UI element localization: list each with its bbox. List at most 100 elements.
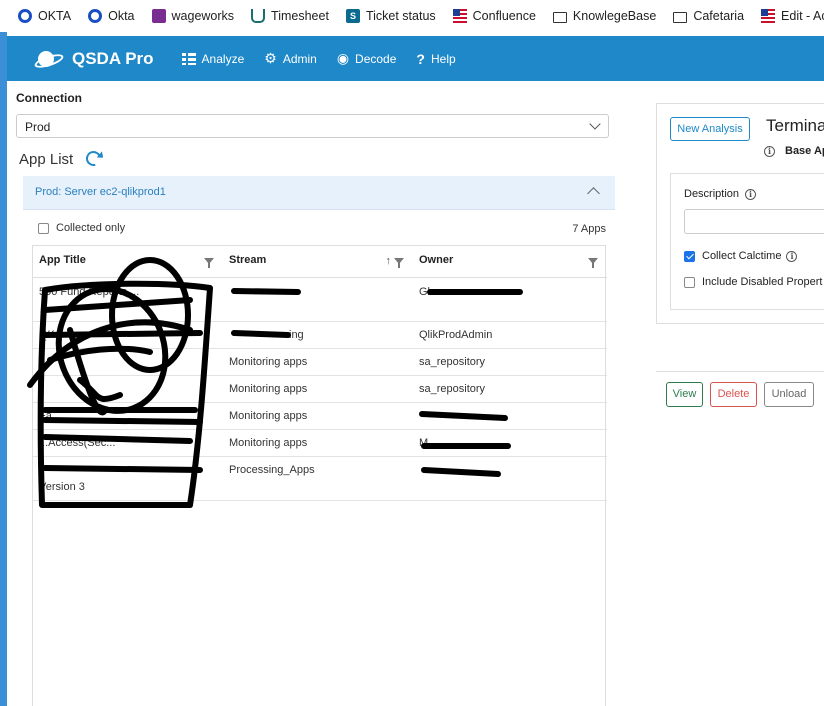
collect-calctime-checkbox[interactable] — [684, 250, 695, 262]
include-disabled-checkbox[interactable] — [684, 276, 695, 288]
column-label: Owner — [419, 254, 454, 266]
refresh-icon[interactable] — [83, 148, 104, 169]
app-list-title: App List — [19, 151, 74, 168]
cell-app-title: Fa — [33, 402, 223, 430]
info-icon: i — [764, 145, 775, 157]
include-disabled-option[interactable]: Include Disabled Propert — [684, 276, 822, 288]
info-icon[interactable]: i — [786, 250, 798, 262]
collected-only-checkbox[interactable] — [38, 222, 49, 234]
server-accordion-header[interactable]: Prod: Server ec2-qlikprod1 — [23, 176, 615, 210]
confluence-icon — [761, 9, 776, 23]
timesheet-icon — [251, 9, 266, 23]
nav-help[interactable]: ? Help — [416, 51, 455, 67]
unload-button[interactable]: Unload — [764, 382, 814, 407]
cell-stream: Processing_Apps — [223, 456, 413, 501]
server-label: Prod: Server ec2-qlikprod1 — [35, 186, 166, 198]
confluence-icon — [452, 9, 467, 23]
okta-icon — [18, 9, 32, 23]
base-app-label: i Base Ap — [764, 145, 824, 157]
info-icon[interactable]: i — [745, 188, 757, 200]
nav-decode[interactable]: ◉ Decode — [337, 50, 397, 67]
table-row[interactable]: 500 Fund Reports ... Gla — [33, 277, 607, 322]
delete-button[interactable]: Delete — [710, 382, 757, 407]
nav-label: Analyze — [201, 51, 245, 66]
column-header-owner[interactable]: Owner — [413, 246, 607, 278]
folder-icon — [673, 11, 688, 23]
description-label: Description i — [684, 188, 757, 200]
cell-owner — [413, 456, 607, 501]
cell-owner: QlikProdAdmin — [413, 321, 607, 349]
column-label: Stream — [229, 254, 267, 266]
gear-icon: ⚙ — [264, 50, 277, 66]
nav-analyze[interactable]: Analyze — [181, 51, 245, 66]
bookmark-label: Timesheet — [271, 9, 329, 23]
sort-up-icon[interactable]: ↑ — [386, 255, 392, 267]
chevron-up-icon — [587, 187, 600, 200]
cell-app-title — [33, 348, 223, 376]
cell-stream: Monitoring apps — [223, 348, 413, 376]
table-row[interactable]: Version 3 Processing_Apps — [33, 456, 607, 501]
table-row[interactable]: Monitoring apps sa_repository — [33, 348, 607, 376]
nav-admin[interactable]: ⚙ Admin — [264, 50, 317, 67]
filter-icon[interactable] — [588, 258, 598, 268]
bookmark-timesheet[interactable]: Timesheet — [251, 9, 329, 23]
filter-icon[interactable] — [394, 258, 404, 268]
bookmark-cafetaria[interactable]: Cafetaria — [673, 9, 744, 23]
description-text: Description — [684, 188, 740, 200]
bookmark-okta-1[interactable]: OKTA — [18, 9, 71, 23]
nav-label: Decode — [355, 51, 397, 66]
analyze-icon — [181, 52, 196, 65]
table-row[interactable]: Fa Monitoring apps — [33, 402, 607, 430]
cell-stream: Monitoring apps — [223, 402, 413, 430]
bookmark-label: wageworks — [171, 9, 235, 23]
new-analysis-button[interactable]: New Analysis — [670, 117, 750, 141]
bookmark-okta-2[interactable]: Okta — [88, 9, 135, 23]
cell-owner: M — [413, 429, 607, 457]
cell-app-title — [33, 375, 223, 403]
cell-stream: Monitoring apps — [223, 375, 413, 403]
folder-icon — [552, 11, 567, 23]
include-disabled-label: Include Disabled Propert — [702, 276, 823, 288]
view-button[interactable]: View — [666, 382, 703, 407]
app-table: App Title Stream ↑ Owner 500 Fund Reports… — [32, 245, 607, 706]
cell-stream — [223, 277, 413, 322]
chevron-down-icon — [589, 118, 601, 130]
bookmark-label: Cafetaria — [693, 9, 745, 23]
brand-title[interactable]: QSDA Pro — [72, 49, 154, 69]
cell-owner: sa_repository — [413, 348, 607, 376]
eye-icon: ◉ — [336, 50, 350, 66]
table-row[interactable]: Monitoring apps sa_repository — [33, 375, 607, 403]
connection-select[interactable]: Prod — [16, 114, 609, 138]
column-header-stream[interactable]: Stream ↑ — [223, 246, 413, 278]
bookmark-label: OKTA — [38, 9, 72, 23]
bookmark-knowlegebase[interactable]: KnowlegeBase — [552, 9, 656, 23]
bookmark-label: Edit - Act — [781, 9, 824, 23]
cell-stream: Monitoring apps — [223, 429, 413, 457]
connection-value: Prod — [25, 120, 51, 134]
collect-calctime-option[interactable]: Collect Calctime i — [684, 250, 798, 262]
wageworks-icon — [151, 9, 166, 23]
table-row[interactable]: ...Access(Sec... Monitoring apps M — [33, 429, 607, 457]
sharepoint-icon: S — [345, 9, 360, 23]
bookmark-label: Ticket status — [365, 9, 436, 23]
bookmarks-bar: OKTA Okta wageworks Timesheet S Ticket st… — [0, 0, 824, 32]
bookmark-wageworks[interactable]: wageworks — [151, 9, 235, 23]
bookmark-confluence[interactable]: Confluence — [452, 9, 536, 23]
app-window: OKTA Okta wageworks Timesheet S Ticket st… — [0, 0, 824, 706]
cell-app-title: 500 Fund Reports ... — [33, 277, 223, 322]
description-input[interactable] — [684, 209, 824, 234]
collected-only-toggle[interactable]: Collected only — [38, 222, 125, 234]
okta-icon — [88, 9, 103, 23]
bookmark-edit-act[interactable]: Edit - Act — [761, 9, 824, 23]
nav-label: Admin — [282, 51, 317, 66]
bookmark-ticket-status[interactable]: S Ticket status — [345, 9, 436, 23]
cell-app-title: QK — [33, 321, 223, 349]
window-edge — [0, 32, 7, 706]
column-header-app-title[interactable]: App Title — [33, 246, 223, 278]
cell-owner: Gla — [413, 277, 607, 322]
app-count: 7 Apps — [572, 223, 606, 235]
bookmark-label: Confluence — [472, 9, 536, 23]
table-row[interactable]: QK ing QlikProdAdmin — [33, 321, 607, 349]
filter-icon[interactable] — [204, 258, 214, 268]
collected-only-label: Collected only — [56, 222, 126, 234]
